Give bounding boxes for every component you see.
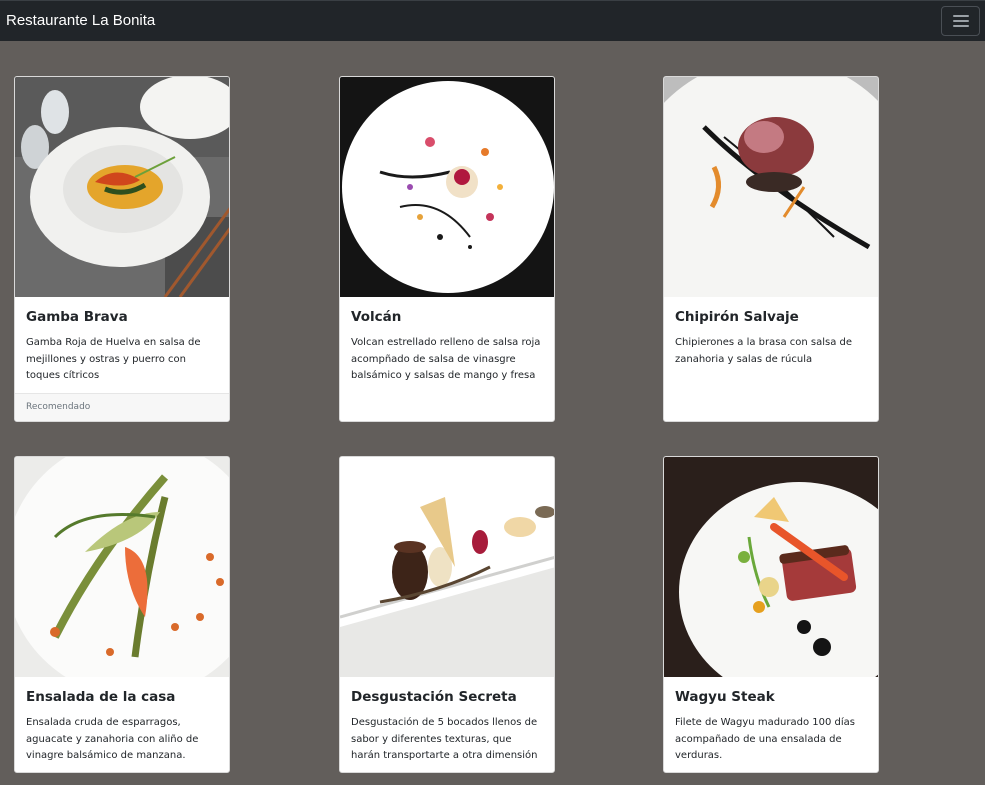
navbar-toggler-button[interactable] — [941, 6, 980, 36]
dish-description: Gamba Roja de Huelva en salsa de mejillo… — [26, 337, 201, 381]
brand-link[interactable]: Restaurante La Bonita — [6, 11, 155, 31]
dish-card: Volcán Volcan estrellado relleno de sals… — [339, 76, 555, 422]
dish-card: Ensalada de la casa Ensalada cruda de es… — [14, 456, 230, 773]
dish-description: Filete de Wagyu madurado 100 días acompa… — [675, 717, 855, 761]
dish-description: Chipierones a la brasa con salsa de zana… — [675, 337, 853, 365]
dish-card: Chipirón Salvaje Chipierones a la brasa … — [663, 76, 879, 422]
dish-card: Wagyu Steak Filete de Wagyu madurado 100… — [663, 456, 879, 773]
dish-gamba-brava-photo — [15, 77, 229, 297]
dish-description: Ensalada cruda de esparragos, aguacate y… — [26, 717, 199, 761]
dish-title: Gamba Brava — [26, 309, 128, 325]
dish-card: Gamba Brava Gamba Roja de Huelva en sals… — [14, 76, 230, 422]
dish-volcan-photo — [340, 77, 554, 297]
dish-card: Desgustación Secreta Desgustación de 5 b… — [339, 456, 555, 773]
dish-ensalada-photo — [15, 457, 229, 677]
dish-description: Volcan estrellado relleno de salsa roja … — [351, 337, 541, 381]
dish-title: Wagyu Steak — [675, 689, 775, 705]
dish-title: Volcán — [351, 309, 402, 325]
dish-description: Desgustación de 5 bocados llenos de sabo… — [351, 717, 538, 761]
dish-degustacion-photo — [340, 457, 554, 677]
navbar: Restaurante La Bonita — [0, 0, 985, 41]
dish-wagyu-photo — [664, 457, 878, 677]
dish-chipiron-photo — [664, 77, 878, 297]
dish-title: Chipirón Salvaje — [675, 309, 799, 325]
dish-title: Ensalada de la casa — [26, 689, 176, 705]
dish-title: Desgustación Secreta — [351, 689, 517, 705]
card-footer-recommended: Recomendado — [15, 393, 229, 421]
